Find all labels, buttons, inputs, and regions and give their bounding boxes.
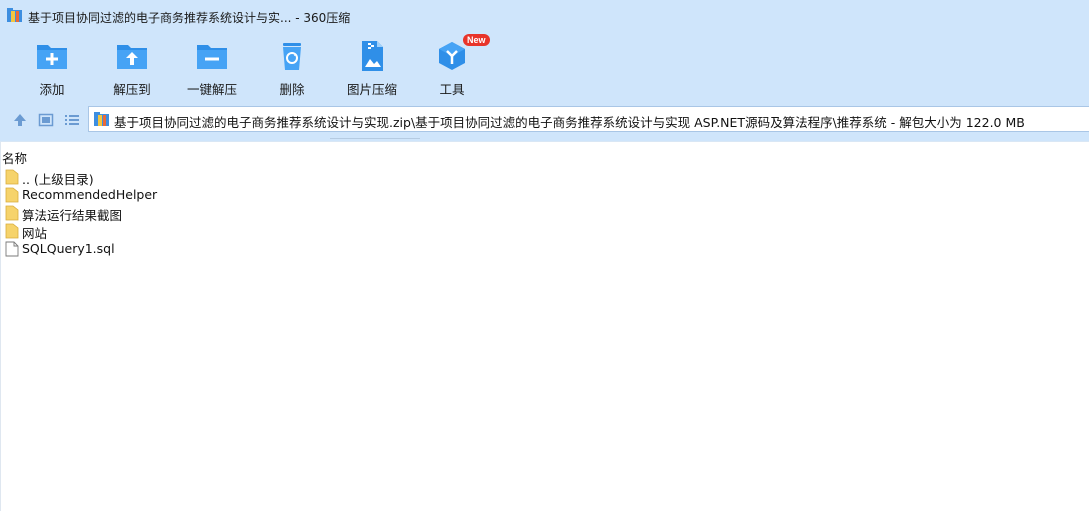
one-click-extract-icon xyxy=(197,45,227,69)
file-list: 名称 .. (上级目录) RecommendedHelper 算法运行结果截图 … xyxy=(0,142,1089,511)
extract-folder-icon xyxy=(117,45,147,69)
folder-icon xyxy=(5,169,19,185)
folder-icon xyxy=(5,187,19,203)
archive-icon xyxy=(94,112,109,126)
address-path-text: 基于项目协同过滤的电子商务推荐系统设计与实现.zip\基于项目协同过滤的电子商务… xyxy=(114,115,1025,130)
list-view-icon[interactable] xyxy=(63,111,81,129)
one-click-extract-button[interactable]: 一键解压 xyxy=(172,37,252,97)
add-button[interactable]: 添加 xyxy=(12,37,92,97)
list-item-label: RecommendedHelper xyxy=(22,187,158,202)
add-folder-icon xyxy=(37,45,67,69)
up-arrow-icon[interactable] xyxy=(11,111,29,129)
address-bar-row: 基于项目协同过滤的电子商务推荐系统设计与实现.zip\基于项目协同过滤的电子商务… xyxy=(0,99,1089,141)
extract-to-label: 解压到 xyxy=(113,82,151,97)
app-archive-icon xyxy=(7,8,22,22)
file-icon xyxy=(5,241,19,257)
extract-to-button[interactable]: 解压到 xyxy=(92,37,172,97)
folder-icon xyxy=(5,205,19,221)
tools-button[interactable]: New 工具 xyxy=(412,34,492,97)
one-click-extract-label: 一键解压 xyxy=(186,82,237,97)
list-item-label: SQLQuery1.sql xyxy=(22,241,115,256)
folder-icon xyxy=(5,223,19,239)
recycle-bin-icon xyxy=(283,43,301,70)
image-compress-icon xyxy=(362,41,383,71)
delete-label: 删除 xyxy=(279,82,305,97)
image-compress-button[interactable]: 图片压缩 xyxy=(332,37,412,97)
add-label: 添加 xyxy=(39,82,65,97)
toolbar: 添加 解压到 一键解压 删除 图片压缩 New 工具 xyxy=(0,33,1089,99)
column-header-name[interactable]: 名称 xyxy=(2,148,27,167)
title-bar: 基于项目协同过滤的电子商务推荐系统设计与实... - 360压缩 xyxy=(0,0,1089,33)
list-item-label: 网站 xyxy=(22,226,48,241)
thumbnail-view-icon[interactable] xyxy=(37,111,55,129)
list-item-label: .. (上级目录) xyxy=(22,172,94,187)
tools-cube-icon xyxy=(439,42,465,70)
delete-button[interactable]: 删除 xyxy=(252,37,332,97)
image-compress-label: 图片压缩 xyxy=(346,82,397,97)
tools-label: 工具 xyxy=(439,82,465,97)
new-badge: New xyxy=(463,34,490,46)
list-item-label: 算法运行结果截图 xyxy=(22,208,123,223)
window-title: 基于项目协同过滤的电子商务推荐系统设计与实... - 360压缩 xyxy=(28,11,351,25)
address-path-field[interactable]: 基于项目协同过滤的电子商务推荐系统设计与实现.zip\基于项目协同过滤的电子商务… xyxy=(88,106,1089,132)
